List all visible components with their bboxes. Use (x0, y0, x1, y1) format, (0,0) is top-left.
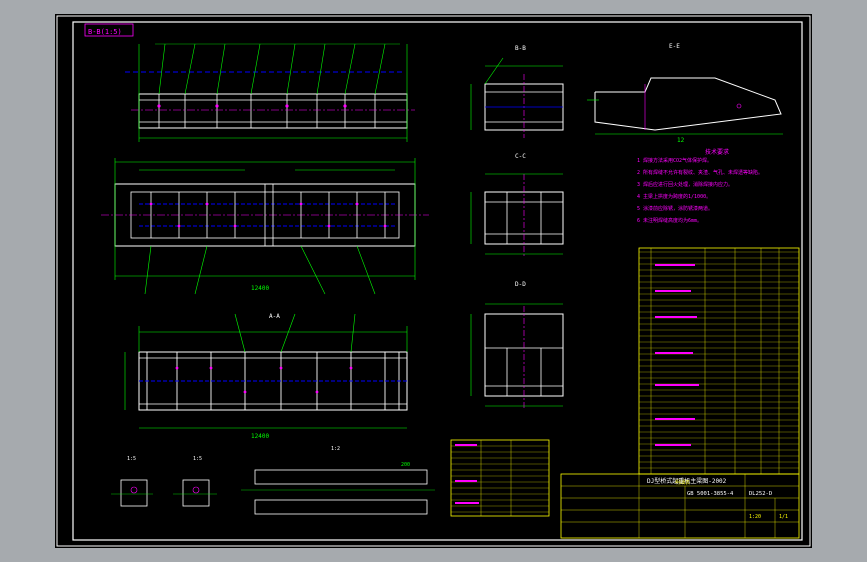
section-label-dd: D-D (515, 281, 526, 288)
beam-detail-view: E-E 12 (587, 43, 783, 144)
bot-length-dim: 12400 (251, 433, 269, 440)
note-line-4: 4 主梁上拱度为跨度的1/1000。 (637, 193, 711, 200)
note-line-6: 6 未注明焊缝高度均为6mm。 (637, 217, 702, 224)
section-label-cc: C-C (515, 153, 526, 160)
detail-label-3: 1:2 (331, 446, 340, 452)
detail-views-bottom: 1:5 1:5 1:2 200 (111, 446, 435, 515)
mid-length-dim: 12400 (251, 285, 269, 292)
section-label-aa: A-A (269, 313, 280, 320)
section-view-bb: B-B (470, 45, 564, 138)
plate-dim: 200 (401, 462, 410, 468)
notes-title: 技术要求 (705, 148, 729, 156)
material-table (450, 439, 550, 517)
drawing-viewport[interactable]: B-B(1:5) 12400 12400 A-A B-B C-C D-D E-E… (55, 14, 812, 548)
title-drawing-no: GB 5001-3855-4 (687, 491, 734, 497)
note-line-1: 1 焊接方法采用CO2气体保护焊。 (637, 157, 712, 164)
view-tag: B-B(1:5) (88, 28, 122, 36)
title-part-code: DL252-D (749, 491, 772, 497)
section-label-ee: E-E (669, 43, 680, 50)
section-view-dd: D-D (470, 281, 564, 408)
title-scale: 1:20 (749, 514, 761, 520)
section-view-cc: C-C (470, 153, 564, 258)
detail-label-1: 1:5 (127, 456, 136, 462)
note-line-5: 5 涂漆前应除锈，涂防锈漆两道。 (637, 205, 713, 212)
note-line-3: 3 焊后应进行回火处理，消除焊接内应力。 (637, 181, 733, 188)
cad-canvas[interactable]: B-B(1:5) 12400 12400 A-A B-B C-C D-D E-E… (0, 0, 867, 562)
technical-notes: 技术要求 1 焊接方法采用CO2气体保护焊。 2 所有焊缝不允许有裂纹、夹渣、气… (637, 148, 763, 224)
mid-plan-view: 12400 (101, 158, 429, 295)
note-line-2: 2 所有焊缝不允许有裂纹、夹渣、气孔、未焊透等缺陷。 (637, 169, 763, 176)
drawing-sheet: B-B(1:5) 12400 12400 A-A B-B C-C D-D E-E… (56, 15, 811, 547)
detail-label-2: 1:5 (193, 456, 202, 462)
beam-length-dim: 12 (677, 137, 685, 144)
title-sheet: 1/1 (779, 514, 788, 520)
title-company: DJ型桥式起重机主梁图-2002 (647, 477, 727, 485)
top-elevation-view (125, 43, 415, 142)
parts-list-table: 明细表 (638, 247, 800, 486)
section-label-bb: B-B (515, 45, 526, 52)
outer-frame (56, 15, 811, 547)
bottom-section-view: 12400 A-A (124, 313, 408, 440)
title-block: DJ型桥式起重机主梁图-2002 GB 5001-3855-4 DL252-D … (560, 473, 800, 539)
